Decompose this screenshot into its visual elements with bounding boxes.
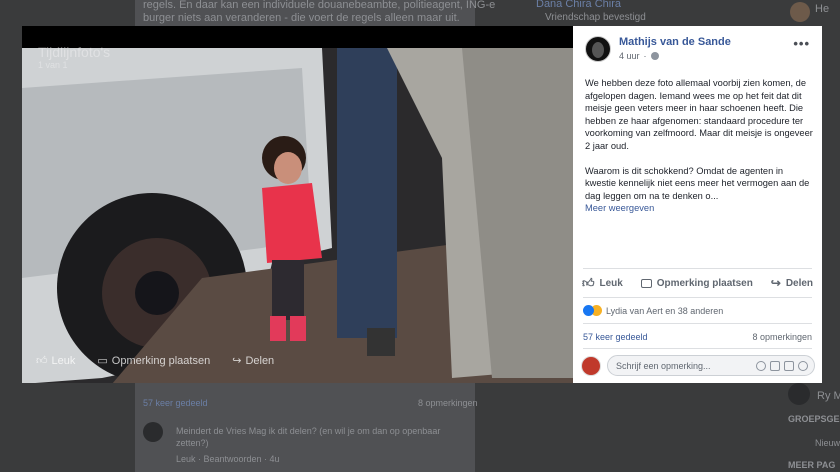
photo-comment-label: Opmerking plaatsen: [111, 354, 211, 367]
shares-count[interactable]: 57 keer gedeeld: [583, 332, 648, 342]
post-stats: 57 keer gedeeld 8 opmerkingen: [583, 332, 812, 342]
photo-comment-button[interactable]: ▭ Opmerking plaatsen: [97, 354, 211, 368]
background-post-text: regels. En daar kan een individuele doua…: [143, 0, 512, 11]
thumbs-up-icon: 👍︎: [36, 355, 48, 367]
comment-input[interactable]: Schrijf een opmerking...: [607, 355, 815, 376]
post-text: We hebben deze foto allemaal voorbij zie…: [585, 77, 813, 215]
post-paragraph-2: Waarom is dit schokkend? Omdat de agente…: [585, 165, 813, 215]
post-author-row: Mathijs van de Sande 4 uur ·: [585, 36, 731, 62]
actions-bottom-divider: [583, 297, 812, 298]
author-avatar[interactable]: [585, 36, 611, 62]
post-side-panel: Mathijs van de Sande 4 uur · ••• We hebb…: [573, 26, 822, 383]
camera-icon[interactable]: [770, 360, 780, 371]
like-label: Leuk: [599, 277, 623, 289]
photo-share-label: Delen: [245, 354, 275, 367]
gif-icon[interactable]: [784, 360, 794, 371]
share-button[interactable]: ↪ Delen: [771, 276, 813, 290]
photo-caption-title: Tijdlijnfoto's: [38, 44, 111, 60]
user-avatar: [581, 355, 601, 376]
comment-icon: [640, 278, 652, 288]
post-paragraph-2-text: Waarom is dit schokkend? Omdat de agente…: [585, 165, 810, 201]
more-options-button[interactable]: •••: [793, 36, 810, 51]
photo-action-bar: 👍︎ Leuk ▭ Opmerking plaatsen ↪ Delen: [36, 354, 275, 368]
background-comment-actions: Leuk · Beantwoorden · 4u: [176, 454, 280, 464]
comment-composer: Schrijf een opmerking...: [581, 355, 815, 376]
background-right-avatar: [788, 383, 810, 405]
comment-placeholder: Schrijf een opmerking...: [616, 360, 711, 371]
author-meta: Mathijs van de Sande 4 uur ·: [619, 36, 731, 61]
like-button[interactable]: 👍︎ Leuk: [582, 276, 623, 291]
reactions-text: Lydia van Aert en 38 anderen: [606, 305, 724, 316]
background-right-groups: GROEPSGE: [788, 414, 840, 424]
see-more-link[interactable]: Meer weergeven: [585, 203, 654, 213]
background-right-avatar: [790, 2, 810, 22]
background-friend-sub: Vriendschap bevestigd: [545, 12, 646, 23]
actions-top-divider: [583, 268, 812, 269]
post-time-label[interactable]: 4 uur: [619, 51, 640, 61]
photo-viewer[interactable]: Tijdlijnfoto's 1 van 1 👍︎ Leuk ▭ Opmerking…: [22, 26, 573, 383]
post-action-bar: 👍︎ Leuk Opmerking plaatsen ↪ Delen: [573, 270, 822, 296]
comment-icon: ▭: [97, 355, 108, 367]
background-post-text: burger niets aan veranderen - die voert …: [143, 12, 460, 24]
emoji-icon[interactable]: [756, 360, 766, 371]
background-friend-name: Dana Chira Chira: [536, 0, 621, 10]
background-right-name: He: [815, 3, 830, 15]
comments-count[interactable]: 8 opmerkingen: [752, 332, 812, 342]
reactions-divider: [583, 323, 812, 324]
like-reaction-icon: [583, 305, 594, 316]
photo-share-button[interactable]: ↪ Delen: [232, 354, 275, 368]
background-comment-preview-2: zetten?): [176, 438, 209, 448]
photo-like-button[interactable]: 👍︎ Leuk: [36, 354, 76, 368]
stats-divider: [583, 348, 812, 349]
background-right-ry: Ry M: [817, 390, 840, 402]
background-comments: 8 opmerkingen: [418, 398, 478, 408]
background-comment-preview: Meindert de Vries Mag ik dit delen? (en …: [176, 426, 441, 436]
author-name[interactable]: Mathijs van de Sande: [619, 36, 731, 48]
globe-icon: [650, 52, 659, 60]
share-icon: ↪: [232, 355, 242, 367]
post-time: 4 uur ·: [619, 51, 731, 61]
share-label: Delen: [785, 277, 814, 289]
post-paragraph-1: We hebben deze foto allemaal voorbij zie…: [585, 78, 813, 151]
background-right-new: Nieuwe: [815, 438, 840, 448]
comment-label: Opmerking plaatsen: [656, 277, 753, 289]
photo-caption-sub: 1 van 1: [38, 60, 68, 70]
sticker-icon[interactable]: [798, 360, 808, 371]
post-photo: [22, 48, 573, 383]
background-right-more: MEER PAG: [788, 460, 836, 470]
thumbs-up-icon: 👍︎: [581, 275, 595, 290]
share-icon: ↪: [770, 276, 781, 290]
comment-input-icons: [756, 360, 814, 371]
photo-caption: Tijdlijnfoto's 1 van 1: [38, 44, 110, 70]
photo-like-label: Leuk: [51, 354, 76, 367]
reactions-summary[interactable]: Lydia van Aert en 38 anderen: [583, 305, 723, 316]
background-shares: 57 keer gedeeld: [143, 398, 208, 408]
comment-button[interactable]: Opmerking plaatsen: [640, 277, 753, 289]
background-commenter-avatar: [143, 422, 163, 442]
